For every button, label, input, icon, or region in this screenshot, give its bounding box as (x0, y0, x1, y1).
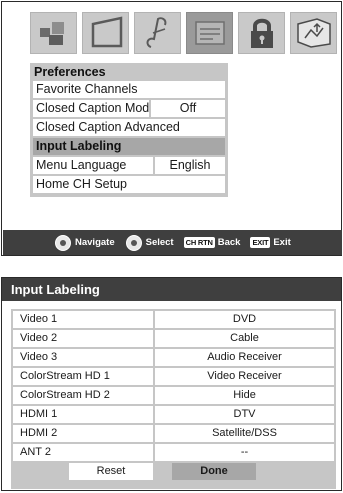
input-row-hdmi-1[interactable]: HDMI 1 DTV (13, 406, 334, 423)
navigate-label: Navigate (75, 237, 115, 248)
audio-menu-tab[interactable] (134, 12, 181, 54)
input-row-colorstream-hd-2[interactable]: ColorStream HD 2 Hide (13, 387, 334, 404)
menu-language-value[interactable]: English (155, 157, 225, 174)
input-name: Video 3 (13, 349, 153, 366)
back-label: Back (217, 237, 241, 248)
input-label-value[interactable]: Audio Receiver (155, 349, 334, 366)
menu-item-input-labeling[interactable]: Input Labeling (33, 138, 225, 155)
input-label-value[interactable]: Cable (155, 330, 334, 347)
setup-icon (296, 18, 331, 48)
input-label-value[interactable]: Satellite/DSS (155, 425, 334, 442)
ch-rtn-key-icon: CH RTN (183, 237, 215, 248)
input-label-value[interactable]: DTV (155, 406, 334, 423)
menu-item-label: Menu Language (33, 157, 153, 174)
input-labeling-table: Video 1 DVD Video 2 Cable Video 3 Audio … (11, 309, 336, 489)
sound-menu-tab[interactable] (82, 12, 129, 54)
input-label-value[interactable]: Hide (155, 387, 334, 404)
input-label-value[interactable]: Video Receiver (155, 368, 334, 385)
exit-hint: EXIT Exit (250, 237, 291, 248)
picture-menu-tab[interactable] (30, 12, 77, 54)
preferences-title: Preferences (33, 63, 225, 81)
menu-icon-bar (30, 12, 343, 56)
navigate-dial-icon (55, 234, 71, 251)
picture-icon (39, 22, 64, 45)
lock-icon (250, 18, 273, 48)
input-row-colorstream-hd-1[interactable]: ColorStream HD 1 Video Receiver (13, 368, 334, 385)
closed-caption-mode-value[interactable]: Off (151, 100, 225, 117)
input-row-hdmi-2[interactable]: HDMI 2 Satellite/DSS (13, 425, 334, 442)
input-row-ant-2[interactable]: ANT 2 -- (13, 444, 334, 461)
input-label-value[interactable]: DVD (155, 311, 334, 328)
input-name: ANT 2 (13, 444, 153, 461)
music-note-icon (145, 17, 166, 48)
navigation-hint-bar: Navigate Select CH RTN Back EXIT Exit (3, 230, 342, 255)
menu-item-label: Closed Caption Mode (33, 100, 149, 117)
sound-icon (91, 16, 122, 48)
preferences-menu: Preferences Favorite Channels Closed Cap… (30, 63, 228, 197)
input-labeling-title: Input Labeling (2, 278, 341, 301)
input-row-video-3[interactable]: Video 3 Audio Receiver (13, 349, 334, 366)
menu-item-closed-caption-mode[interactable]: Closed Caption Mode Off (33, 100, 225, 117)
menu-item-favorite-channels[interactable]: Favorite Channels (33, 81, 225, 98)
input-labeling-screen: Input Labeling Video 1 DVD Video 2 Cable… (1, 277, 342, 491)
done-button[interactable]: Done (172, 463, 256, 480)
menu-item-label: Input Labeling (33, 138, 225, 155)
input-row-video-2[interactable]: Video 2 Cable (13, 330, 334, 347)
input-name: ColorStream HD 2 (13, 387, 153, 404)
input-name: Video 1 (13, 311, 153, 328)
input-name: HDMI 1 (13, 406, 153, 423)
reset-button[interactable]: Reset (69, 463, 153, 480)
preferences-screen: Preferences Favorite Channels Closed Cap… (1, 1, 342, 256)
select-label: Select (145, 237, 174, 248)
exit-key-icon: EXIT (250, 237, 271, 248)
action-buttons: Reset Done (13, 463, 334, 480)
menu-item-label: Closed Caption Advanced (33, 119, 225, 136)
menu-item-label: Home CH Setup (33, 176, 225, 193)
input-name: HDMI 2 (13, 425, 153, 442)
menu-item-home-ch-setup[interactable]: Home CH Setup (33, 176, 225, 193)
menu-item-label: Favorite Channels (33, 81, 225, 98)
navigate-hint: Navigate (55, 234, 115, 251)
input-name: Video 2 (13, 330, 153, 347)
locks-menu-tab[interactable] (238, 12, 285, 54)
input-row-video-1[interactable]: Video 1 DVD (13, 311, 334, 328)
select-dial-icon (125, 234, 142, 251)
preferences-menu-tab[interactable] (186, 12, 233, 54)
back-hint: CH RTN Back (183, 237, 241, 248)
exit-label: Exit (273, 237, 291, 248)
setup-menu-tab[interactable] (290, 12, 337, 54)
input-name: ColorStream HD 1 (13, 368, 153, 385)
menu-item-menu-language[interactable]: Menu Language English (33, 157, 225, 174)
select-hint: Select (125, 234, 174, 251)
input-label-value[interactable]: -- (155, 444, 334, 461)
menu-item-closed-caption-advanced[interactable]: Closed Caption Advanced (33, 119, 225, 136)
preferences-icon (194, 21, 225, 45)
